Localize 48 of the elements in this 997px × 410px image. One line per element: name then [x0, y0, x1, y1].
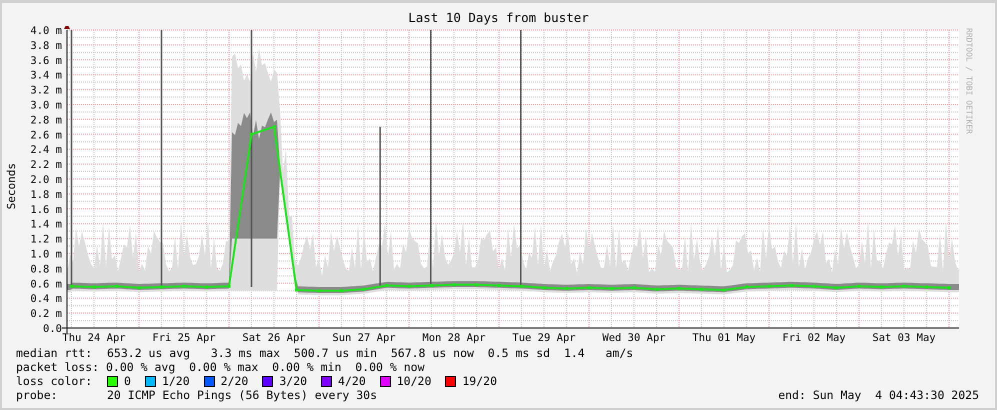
y-tick-label: 3.4 m — [30, 70, 62, 82]
x-tick-label: Fri 02 May — [782, 332, 846, 344]
y-tick-label: 2.6 m — [30, 129, 62, 142]
x-tick-label: Thu 01 May — [692, 332, 756, 344]
chart-title: Last 10 Days from buster — [408, 10, 589, 26]
y-tick-label: 0.6 m — [30, 278, 62, 290]
probe-label: probe: — [16, 388, 59, 402]
y-tick-label: 4.0 m — [30, 26, 62, 37]
x-tick-label: Wed 30 Apr — [602, 332, 666, 344]
median-rtt-stats: 653.2 us avg 3.3 ms max 500.7 us min 567.8 us now 0.5 ms sd 1.4 am/s — [107, 346, 634, 360]
y-axis-title: Seconds — [4, 162, 18, 210]
y-tick-label: 1.8 m — [30, 188, 62, 201]
loss-color-text: 1/20 — [162, 374, 190, 388]
packet-loss-stats: packet loss: 0.00 % avg 0.00 % max 0.00 % min 0.00 % now — [16, 360, 424, 374]
y-tick-label: 1.2 m — [30, 234, 62, 246]
y-tick-label: 3.6 m — [30, 54, 62, 67]
y-tick-label: 3.2 m — [30, 84, 62, 97]
x-tick-label: Mon 28 Apr — [422, 332, 486, 344]
y-tick-label: 3.8 m — [30, 40, 62, 52]
y-tick-label: 2.0 m — [30, 174, 62, 186]
y-tick-label: 1.0 m — [30, 248, 62, 260]
y-tick-label: 0.8 m — [30, 263, 62, 276]
y-tick-label: 1.4 m — [30, 218, 62, 231]
y-tick-label: 0.2 m — [30, 308, 62, 320]
x-tick-label: Sun 27 Apr — [332, 332, 396, 344]
loss-color-text: 2/20 — [220, 374, 248, 388]
loss-color-label: loss color: — [16, 374, 94, 388]
x-tick-label: Tue 29 Apr — [512, 332, 576, 344]
median-rtt-label: median rtt: — [16, 346, 94, 360]
end-time: end: Sun May 4 04:43:30 2025 — [778, 388, 979, 402]
loss-color-text: 4/20 — [338, 374, 366, 388]
loss-color-text: 3/20 — [279, 374, 308, 388]
rrdtool-credit: RRDTOOL / TOBI OETIKER — [964, 28, 974, 134]
y-tick-label: 0.0 — [43, 323, 62, 335]
y-tick-label: 1.6 m — [30, 204, 62, 216]
probe-description: 20 ICMP Echo Pings (56 Bytes) every 30s — [107, 388, 378, 402]
y-tick-label: 2.2 m — [30, 159, 62, 172]
x-tick-label: Sat 26 Apr — [242, 332, 306, 344]
loss-color-text: 19/20 — [462, 374, 497, 388]
y-tick-label: 0.4 m — [30, 293, 62, 306]
y-tick-label: 2.4 m — [30, 144, 62, 156]
x-tick-label: Sat 03 May — [872, 332, 936, 344]
y-tick-label: 2.8 m — [30, 114, 62, 126]
loss-color-text: 10/20 — [396, 374, 432, 388]
y-tick-label: 3.0 m — [30, 100, 62, 112]
x-tick-label: Fri 25 Apr — [152, 332, 216, 344]
x-tick-label: Thu 24 Apr — [62, 332, 126, 344]
loss-color-text: 0 — [124, 374, 131, 388]
